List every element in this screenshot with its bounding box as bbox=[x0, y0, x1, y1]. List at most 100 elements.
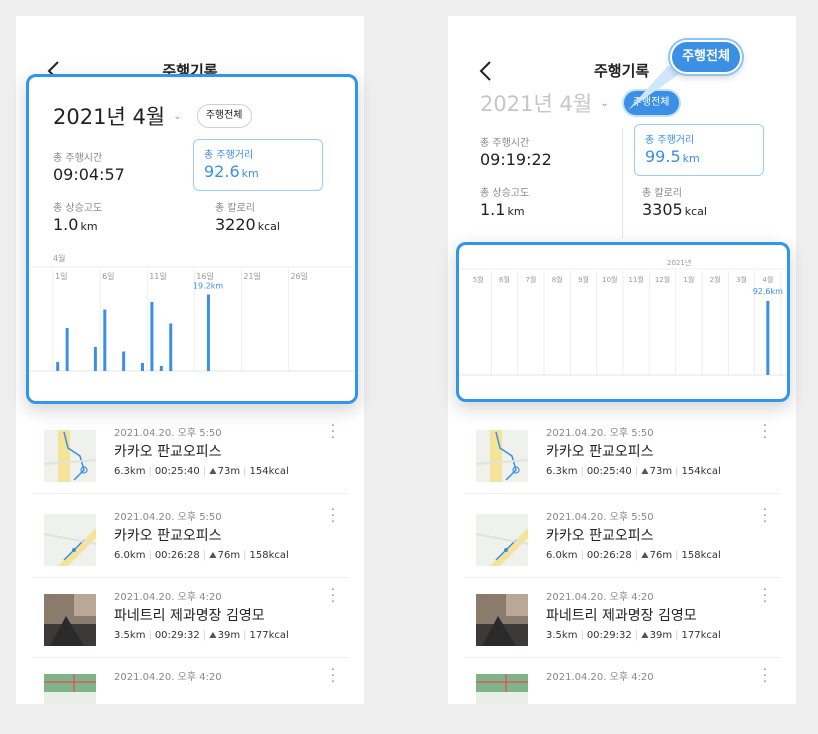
chevron-left-icon[interactable] bbox=[476, 60, 496, 82]
stat-total-calories: 총 칼로리 3220 kcal bbox=[215, 199, 345, 234]
item-duration: 00:25:40 bbox=[154, 466, 200, 477]
separator: | bbox=[202, 550, 207, 561]
record-list: 2021.04.20. 오후 5:50 카카오 판교오피스 6.3km | 00:25:… bbox=[16, 406, 364, 704]
chart-tick-label: 6일 bbox=[102, 272, 114, 281]
separator: | bbox=[243, 550, 247, 561]
stat-value: 1.0 km bbox=[53, 215, 183, 234]
stat-value: 09:19:22 bbox=[480, 150, 552, 169]
route-thumbnail[interactable] bbox=[476, 430, 528, 482]
chart-tick-label: 2월 bbox=[710, 275, 721, 284]
list-item[interactable]: 2021.04.20. 오후 4:20 · · · bbox=[32, 658, 348, 704]
stat-label: 총 상승고도 bbox=[480, 188, 530, 199]
stat-total-climb: 총 상승고도 1.1 km bbox=[480, 184, 610, 219]
item-duration: 00:26:28 bbox=[586, 550, 632, 561]
route-thumbnail[interactable] bbox=[44, 514, 96, 566]
item-calories: 177kcal bbox=[681, 630, 721, 641]
route-thumbnail[interactable] bbox=[476, 594, 528, 646]
chart-tick-label: 10월 bbox=[602, 275, 617, 284]
chart-tick-label: 12월 bbox=[655, 275, 670, 284]
chart-bar bbox=[206, 294, 210, 371]
item-stats: 3.5km | 00:29:32 | ⛰39m | 177kcal bbox=[546, 630, 721, 641]
climb-icon: ⛰ bbox=[641, 631, 649, 641]
chart-tick-label: 11일 bbox=[149, 272, 167, 281]
chevron-down-icon[interactable]: ⌄ bbox=[173, 111, 181, 122]
item-duration: 00:26:28 bbox=[154, 550, 200, 561]
stat-total-distance: 총 주행거리 99.5 km bbox=[634, 124, 764, 176]
list-item[interactable]: 2021.04.20. 오후 4:20 파네트리 제과명장 김영모 3.5km | 00… bbox=[32, 578, 348, 658]
filter-pill-zoom[interactable]: 주행전체 bbox=[670, 40, 742, 74]
item-place: 카카오 판교오피스 bbox=[546, 444, 654, 460]
chart-period-label: 4월 bbox=[53, 253, 65, 263]
route-thumbnail[interactable] bbox=[44, 594, 96, 646]
month-selector[interactable]: 2021년 4월 ⌄ 주행전체 bbox=[53, 101, 252, 133]
chart-data-label: 92.6km bbox=[753, 287, 783, 296]
separator: | bbox=[580, 630, 584, 641]
more-vertical-icon[interactable]: · · · bbox=[326, 664, 340, 689]
stat-value: 99.5 km bbox=[645, 147, 753, 166]
item-climb: 76m bbox=[649, 550, 673, 561]
chart-tick-label: 1일 bbox=[55, 272, 67, 281]
item-climb: 73m bbox=[649, 466, 673, 477]
item-time: 2021.04.20. 오후 4:20 bbox=[546, 672, 654, 683]
list-item[interactable]: 2021.04.20. 오후 5:50 카카오 판교오피스 6.3km | 00:25:… bbox=[464, 414, 780, 494]
chevron-down-icon[interactable]: ⌄ bbox=[600, 98, 608, 109]
item-distance: 3.5km bbox=[114, 630, 146, 641]
stat-label: 총 주행시간 bbox=[53, 153, 103, 164]
stat-label: 총 주행거리 bbox=[645, 135, 695, 146]
list-item[interactable]: 2021.04.20. 오후 5:50 카카오 판교오피스 6.0km | 00:26:… bbox=[32, 498, 348, 578]
list-item[interactable]: 2021.04.20. 오후 4:20 · · · bbox=[464, 658, 780, 704]
separator: | bbox=[675, 550, 679, 561]
item-stats: 6.0km | 00:26:28 | ⛰76m | 158kcal bbox=[114, 550, 289, 561]
item-duration: 00:25:40 bbox=[586, 466, 632, 477]
more-vertical-icon[interactable]: · · · bbox=[326, 504, 340, 529]
item-climb: 76m bbox=[217, 550, 241, 561]
item-stats: 3.5km | 00:29:32 | ⛰39m | 177kcal bbox=[114, 630, 289, 641]
more-vertical-icon[interactable]: · · · bbox=[326, 584, 340, 609]
chart-bar bbox=[140, 363, 144, 371]
more-vertical-icon[interactable]: · · · bbox=[758, 584, 772, 609]
list-item[interactable]: 2021.04.20. 오후 5:50 카카오 판교오피스 6.3km | 00:25:… bbox=[32, 414, 348, 494]
route-thumbnail[interactable] bbox=[476, 514, 528, 566]
chart-tick-label: 11월 bbox=[628, 275, 643, 284]
chart-tick-label: 1월 bbox=[683, 275, 694, 284]
stat-number: 99.5 bbox=[645, 147, 681, 166]
separator: | bbox=[148, 630, 152, 641]
route-thumbnail[interactable] bbox=[44, 674, 96, 704]
stat-label: 총 주행거리 bbox=[204, 150, 254, 161]
separator: | bbox=[634, 630, 639, 641]
route-thumbnail[interactable] bbox=[44, 430, 96, 482]
stat-label: 총 상승고도 bbox=[53, 203, 103, 214]
month-label[interactable]: 2021년 4월 bbox=[480, 88, 592, 118]
item-calories: 158kcal bbox=[249, 550, 289, 561]
stat-number: 3220 bbox=[215, 215, 256, 234]
chart-tick-label: 16일 bbox=[196, 272, 214, 281]
stat-value: 3220 kcal bbox=[215, 215, 345, 234]
list-item[interactable]: 2021.04.20. 오후 5:50 카카오 판교오피스 6.0km | 00:26:… bbox=[464, 498, 780, 578]
stat-value: 92.6 km bbox=[204, 162, 312, 181]
item-time: 2021.04.20. 오후 5:50 bbox=[114, 428, 222, 439]
monthly-summary-card: 2021년 4월 ⌄ 주행전체 총 주행시간 09:04:57 총 주행거리 9… bbox=[26, 74, 358, 404]
item-place: 카카오 판교오피스 bbox=[546, 528, 654, 544]
month-label[interactable]: 2021년 4월 bbox=[53, 101, 165, 131]
item-stats: 6.3km | 00:25:40 | ⛰73m | 154kcal bbox=[546, 466, 721, 477]
more-vertical-icon[interactable]: · · · bbox=[758, 420, 772, 445]
more-vertical-icon[interactable]: · · · bbox=[326, 420, 340, 445]
chart-tick-label: 6월 bbox=[499, 275, 510, 284]
climb-icon: ⛰ bbox=[641, 551, 649, 561]
separator: | bbox=[202, 630, 207, 641]
more-vertical-icon[interactable]: · · · bbox=[758, 664, 772, 689]
stat-unit: km bbox=[682, 152, 700, 165]
list-item[interactable]: 2021.04.20. 오후 4:20 파네트리 제과명장 김영모 3.5km | 00… bbox=[464, 578, 780, 658]
chart-bar bbox=[56, 362, 60, 371]
stat-total-time: 총 주행시간 09:04:57 bbox=[53, 149, 183, 184]
route-thumbnail[interactable] bbox=[476, 674, 528, 704]
more-vertical-icon[interactable]: · · · bbox=[758, 504, 772, 529]
stat-total-climb: 총 상승고도 1.0 km bbox=[53, 199, 183, 234]
item-calories: 177kcal bbox=[249, 630, 289, 641]
chart-tick-label: 5월 bbox=[473, 275, 484, 284]
stat-value: 1.1 km bbox=[480, 200, 610, 219]
filter-pill[interactable]: 주행전체 bbox=[196, 104, 252, 128]
separator: | bbox=[148, 550, 152, 561]
item-time: 2021.04.20. 오후 4:20 bbox=[546, 592, 654, 603]
stat-unit: km bbox=[241, 167, 259, 180]
